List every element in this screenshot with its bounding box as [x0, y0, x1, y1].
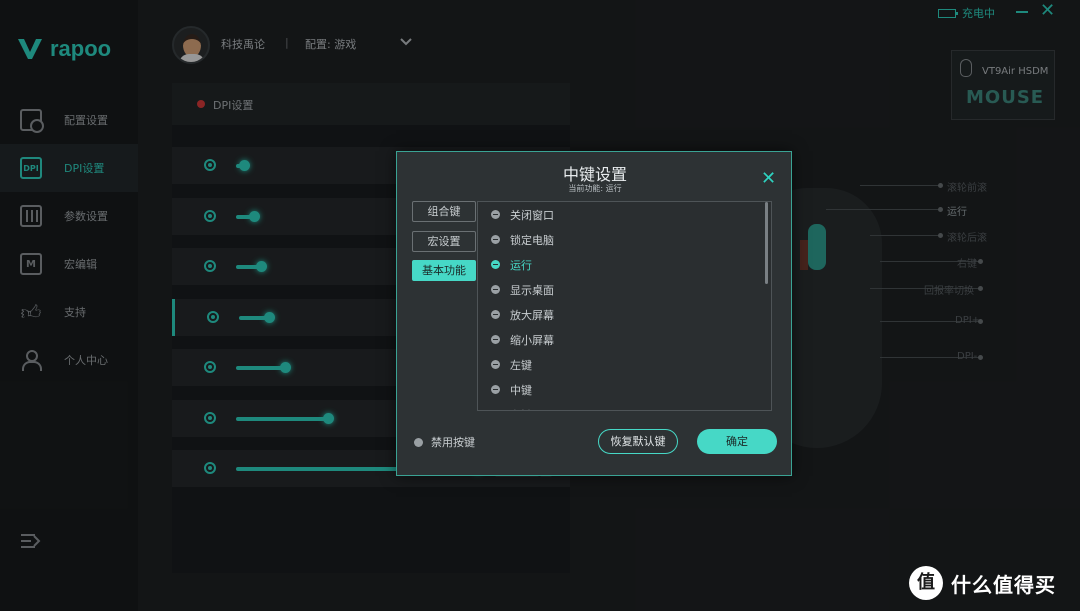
function-label: 放大屏幕	[510, 309, 554, 322]
confirm-button[interactable]: 确定	[697, 429, 777, 454]
app-window: rapoo 配置设置 DPI DPI设置 参数设置 M 宏编辑 👍︎ 支持 个人…	[0, 0, 1080, 611]
function-list-item[interactable]: 中键	[478, 377, 763, 402]
function-radio[interactable]	[491, 335, 500, 344]
function-radio[interactable]	[491, 360, 500, 369]
function-list-item[interactable]: 运行	[478, 252, 763, 277]
close-icon[interactable]: ✕	[761, 170, 776, 188]
function-label: 左键	[510, 359, 532, 372]
tab-macro-settings[interactable]: 宏设置	[412, 231, 476, 252]
function-list[interactable]: 关闭窗口锁定电脑运行显示桌面放大屏幕缩小屏幕左键中键右键	[477, 201, 772, 411]
function-radio[interactable]	[491, 310, 500, 319]
dialog-title: 中键设置	[562, 165, 627, 184]
tab-combo-keys[interactable]: 组合键	[412, 201, 476, 222]
function-list-item[interactable]: 缩小屏幕	[478, 327, 763, 352]
function-list-item[interactable]: 显示桌面	[478, 277, 763, 302]
function-radio[interactable]	[491, 410, 500, 411]
disable-radio[interactable]	[414, 437, 423, 447]
tab-basic-functions[interactable]: 基本功能	[412, 260, 476, 281]
function-list-item[interactable]: 锁定电脑	[478, 227, 763, 252]
function-radio[interactable]	[491, 235, 500, 244]
function-label: 显示桌面	[510, 284, 554, 297]
middle-button-dialog: 中键设置 当前功能: 运行 ✕ 组合键 宏设置 基本功能 关闭窗口锁定电脑运行显…	[396, 151, 792, 476]
function-label: 运行	[510, 259, 532, 272]
function-list-item[interactable]: 左键	[478, 352, 763, 377]
watermark-text: 什么值得买	[951, 572, 1056, 597]
function-radio[interactable]	[491, 285, 500, 294]
function-list-item[interactable]: 关闭窗口	[478, 202, 763, 227]
disable-key-option[interactable]: 禁用按键	[414, 434, 475, 450]
function-label: 锁定电脑	[510, 234, 554, 247]
function-list-item[interactable]: 右键	[478, 402, 763, 411]
function-label: 缩小屏幕	[510, 334, 554, 347]
reset-default-button[interactable]: 恢复默认键	[598, 429, 678, 454]
function-radio[interactable]	[491, 385, 500, 394]
function-list-item[interactable]: 放大屏幕	[478, 302, 763, 327]
watermark: 值 什么值得买	[909, 566, 1056, 600]
disable-label: 禁用按键	[431, 436, 475, 449]
function-radio[interactable]	[491, 210, 500, 219]
function-label: 关闭窗口	[510, 209, 554, 222]
function-radio[interactable]	[491, 260, 500, 269]
function-label: 中键	[510, 384, 532, 397]
list-scrollbar[interactable]	[765, 202, 768, 284]
function-label: 右键	[510, 407, 532, 410]
dialog-subtitle: 当前功能: 运行	[568, 184, 622, 193]
watermark-logo: 值	[909, 566, 943, 600]
